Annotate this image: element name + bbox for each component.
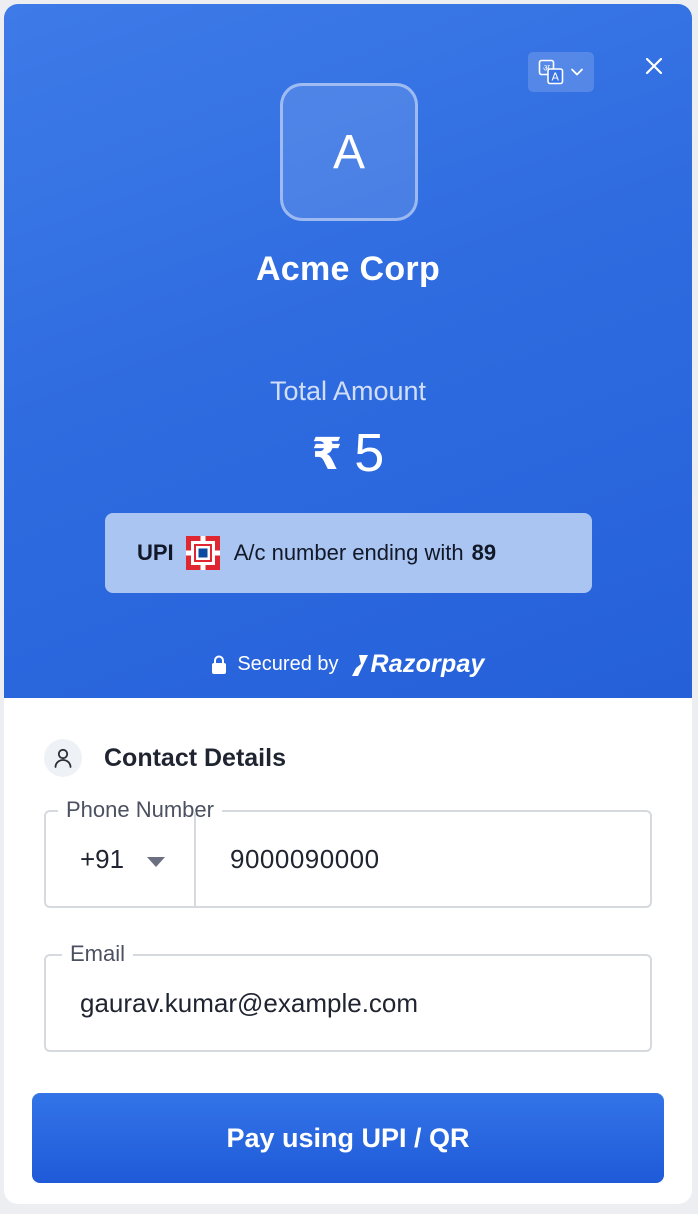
caret-down-icon [146, 844, 166, 875]
merchant-name: Acme Corp [255, 250, 441, 288]
upi-account-text: A/c number ending with [233, 540, 464, 565]
hdfc-bank-icon [185, 536, 220, 570]
translate-icon: अ A [538, 59, 564, 85]
phone-number-field: Phone Number +91 9000090000 [44, 796, 652, 908]
amount-value: 5 [354, 423, 385, 483]
razorpay-logo-icon [351, 653, 369, 677]
total-amount-label: Total Amount [269, 376, 427, 406]
close-icon [644, 56, 664, 81]
lock-icon [211, 655, 227, 675]
checkout-header: अ A A Acme Corp Total Amount ₹5 UPI A/c … [4, 4, 692, 698]
upi-account-card: UPI A/c number ending with 89 [105, 513, 592, 593]
email-field: Email gaurav.kumar@example.com [44, 940, 652, 1052]
total-amount: ₹5 [4, 422, 692, 484]
secured-by-text: Secured by [237, 653, 339, 675]
currency-symbol: ₹ [311, 430, 343, 479]
language-selector[interactable]: अ A [528, 52, 594, 92]
upi-method-label: UPI [137, 540, 174, 565]
close-button[interactable] [638, 52, 670, 84]
pay-button[interactable]: Pay using UPI / QR [32, 1093, 664, 1183]
country-code-value: +91 [80, 843, 125, 874]
merchant-logo: A [280, 83, 418, 221]
merchant-logo-letter: A [332, 125, 365, 179]
svg-text:A: A [552, 71, 560, 84]
phone-number-input[interactable]: 9000090000 [196, 812, 650, 906]
chevron-down-icon [570, 67, 584, 77]
checkout-modal: अ A A Acme Corp Total Amount ₹5 UPI A/c … [4, 4, 692, 1204]
email-input[interactable]: gaurav.kumar@example.com [46, 956, 650, 1050]
country-code-select[interactable]: +91 [46, 812, 196, 906]
contact-details-title: Contact Details [104, 744, 286, 772]
user-icon [44, 739, 82, 777]
account-last-digits: 89 [471, 540, 497, 565]
razorpay-brand: Razorpay [370, 650, 485, 678]
secured-by-footer: Secured by Razorpay [4, 650, 692, 679]
